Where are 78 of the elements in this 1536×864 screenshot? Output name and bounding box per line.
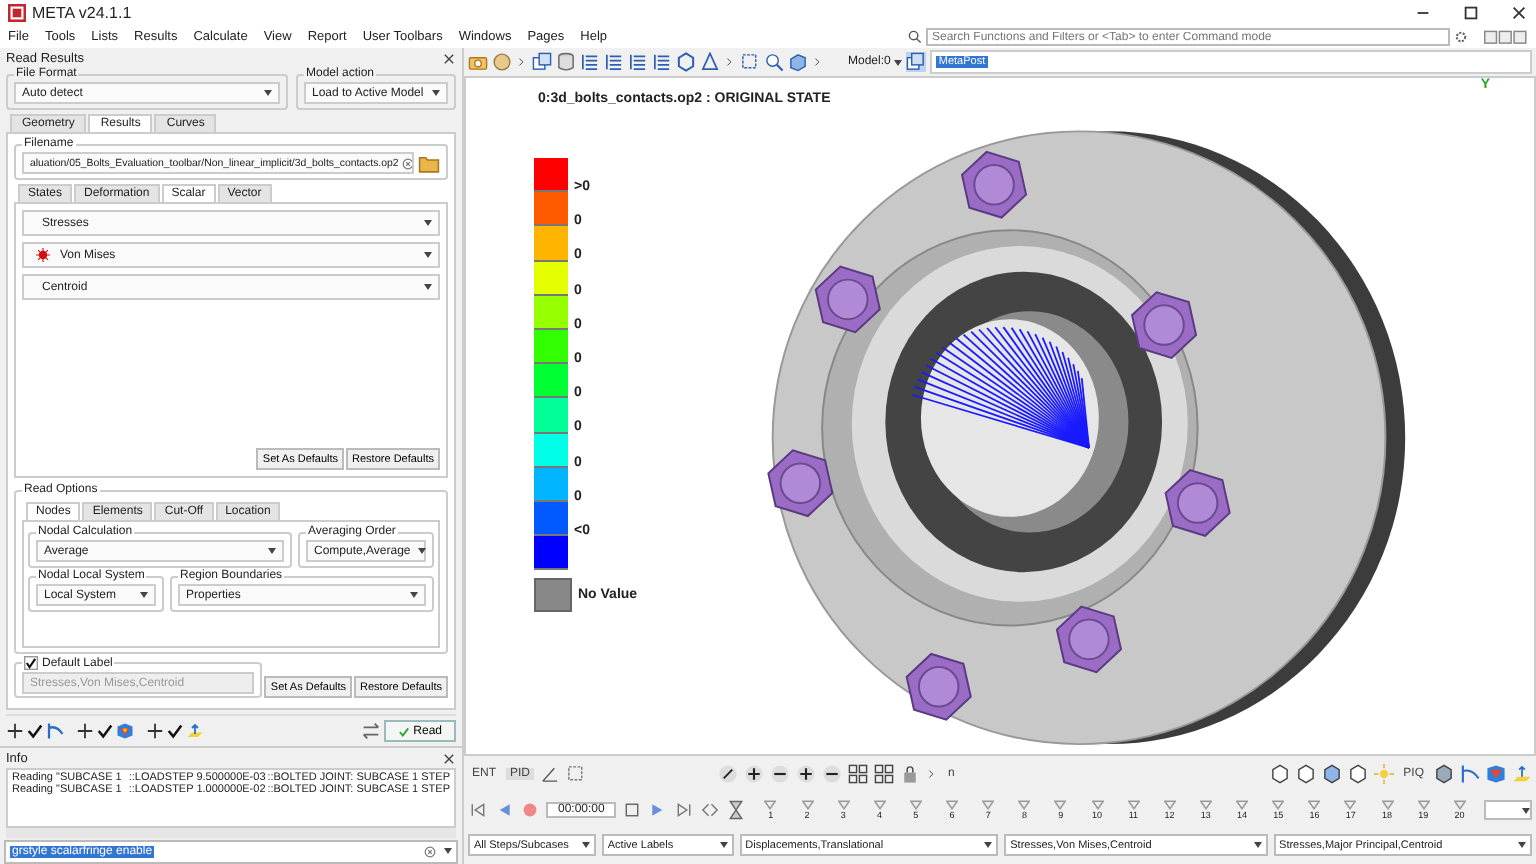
step-marker-icon[interactable] (837, 800, 850, 810)
grid-icon[interactable] (874, 764, 895, 785)
check-icon (397, 725, 410, 737)
step-marker-icon[interactable] (1199, 800, 1212, 810)
sphere-icon[interactable] (492, 52, 512, 72)
window-icon[interactable] (532, 52, 552, 72)
step-marker-icon[interactable] (1453, 800, 1466, 810)
step-marker-icon[interactable] (1127, 800, 1140, 810)
minus-icon[interactable] (822, 764, 843, 785)
hourglass-icon[interactable] (726, 800, 747, 820)
check-icon[interactable] (96, 722, 114, 740)
cube-icon[interactable] (1434, 764, 1454, 785)
angle-icon[interactable] (540, 764, 561, 785)
windows-icon[interactable] (906, 52, 927, 72)
close-icon[interactable] (442, 51, 456, 65)
camera-icon[interactable] (468, 52, 488, 72)
step-marker-icon[interactable] (1091, 800, 1104, 810)
grid-icon[interactable] (848, 764, 869, 785)
cube-icon[interactable] (1269, 764, 1290, 785)
first-frame-icon[interactable] (468, 800, 488, 820)
vector-icon[interactable] (1512, 764, 1532, 785)
plus-icon[interactable] (6, 722, 24, 740)
vector-icon[interactable] (186, 722, 204, 740)
search-icon (908, 30, 922, 44)
hexagon-icon[interactable] (676, 52, 696, 72)
check-icon[interactable] (26, 722, 44, 740)
close-icon[interactable] (442, 751, 456, 765)
step-marker-icon[interactable] (1054, 800, 1067, 810)
list-icon[interactable] (652, 52, 672, 72)
deformation-icon[interactable] (1460, 764, 1480, 785)
clear-icon[interactable] (424, 845, 436, 857)
step-marker-icon[interactable] (1308, 800, 1321, 810)
step-marker-icon[interactable] (1417, 800, 1430, 810)
list-icon[interactable] (580, 52, 600, 72)
deformation-icon[interactable] (46, 722, 64, 740)
list-icon[interactable] (604, 52, 624, 72)
pen-icon[interactable] (718, 764, 739, 785)
database-icon[interactable] (556, 52, 576, 72)
zoom-icon[interactable] (764, 52, 784, 72)
settings-icon[interactable] (1454, 30, 1468, 44)
plus-icon[interactable] (744, 764, 765, 785)
last-frame-icon[interactable] (674, 800, 695, 820)
clear-icon[interactable] (402, 157, 412, 169)
check-icon[interactable] (166, 722, 184, 740)
step-marker-icon[interactable] (1018, 800, 1031, 810)
step-marker-icon[interactable] (873, 800, 886, 810)
cone-icon[interactable] (700, 52, 720, 72)
select-icon[interactable] (740, 52, 760, 72)
step-marker-icon[interactable] (982, 800, 995, 810)
plus-icon[interactable] (76, 722, 94, 740)
step-marker-icon[interactable] (946, 800, 959, 810)
fringe-cube-icon[interactable] (116, 722, 134, 740)
step-marker-icon[interactable] (1236, 800, 1249, 810)
step-marker-icon[interactable] (1344, 800, 1357, 810)
folder-icon[interactable] (418, 153, 440, 173)
step-dropdown[interactable] (1484, 800, 1532, 820)
fringe-cube-icon[interactable] (1486, 764, 1506, 785)
minus-icon[interactable] (770, 764, 791, 785)
plus-icon[interactable] (796, 764, 817, 785)
step-marker-icon[interactable] (801, 800, 814, 810)
cube-icon[interactable] (1321, 764, 1342, 785)
list-icon[interactable] (628, 52, 648, 72)
window-title: META v24.1.1 (32, 4, 132, 22)
plus-icon[interactable] (146, 722, 164, 740)
cube-icon[interactable] (1347, 764, 1368, 785)
stop-icon[interactable] (622, 800, 643, 820)
cube-icon[interactable] (788, 52, 808, 72)
select-icon[interactable] (566, 764, 587, 785)
close-icon[interactable] (1510, 4, 1528, 22)
step-marker-icon[interactable] (1381, 800, 1394, 810)
step-marker-icon[interactable] (1272, 800, 1285, 810)
maximize-icon[interactable] (1462, 4, 1480, 22)
step-marker-icon[interactable] (1163, 800, 1176, 810)
lock-icon[interactable] (900, 764, 921, 785)
step-marker-icon[interactable] (764, 800, 777, 810)
no-value-swatch (534, 578, 572, 613)
step-marker-icon[interactable] (909, 800, 922, 810)
cube-icon[interactable] (1295, 764, 1316, 785)
